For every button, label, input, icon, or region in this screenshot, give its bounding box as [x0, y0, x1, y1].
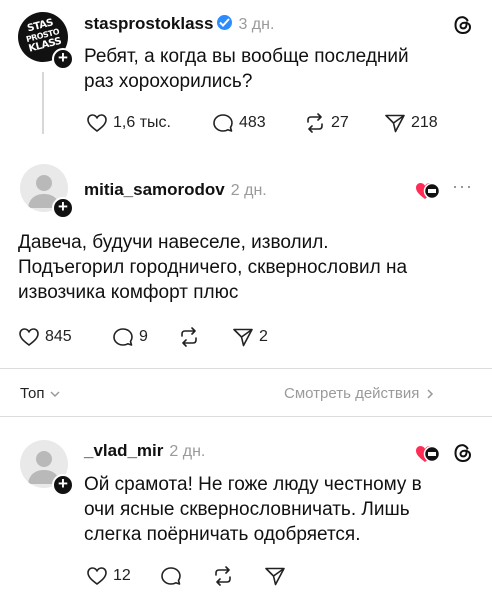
reply2-share-button[interactable]: [264, 566, 291, 586]
post-text-line: раз хорохорились?: [84, 71, 253, 92]
reply2-repost-button[interactable]: [212, 566, 239, 586]
repost-icon: [215, 566, 231, 586]
post-text: Ребят, а когда вы вообще последний раз х…: [84, 44, 409, 94]
post-text-line: слегка поёрничать одобряется.: [84, 524, 361, 545]
heart-icon: [19, 328, 39, 347]
share-icon: [385, 114, 405, 133]
liked-by-author-icon: [414, 179, 442, 201]
chevron-down-icon: [50, 390, 60, 397]
thread-line: [42, 72, 44, 134]
author-username[interactable]: stasprostoklass: [84, 14, 213, 33]
repost-icon: [307, 113, 323, 133]
comment-icon: [113, 328, 133, 346]
reply1-header: mitia_samorodov 2 дн.: [84, 180, 267, 200]
reply1-username[interactable]: mitia_samorodov: [84, 180, 225, 199]
comment-button[interactable]: 483: [212, 113, 266, 133]
post-text-line: очи ясные сквернословничать. Лишь: [84, 499, 410, 520]
post-text-line: Подъегорил городничего, сквернословил на: [18, 257, 408, 278]
heart-icon: [87, 567, 107, 586]
share-count: 218: [411, 114, 438, 131]
post-header: stasprostoklass 3 дн.: [84, 14, 274, 34]
post-time: 3 дн.: [238, 16, 275, 33]
reply2-header: _vlad_mir 2 дн.: [84, 441, 205, 461]
chevron-right-icon: [427, 388, 434, 399]
activity-label: Смотреть действия: [284, 385, 420, 402]
view-activity-link[interactable]: Смотреть действия: [284, 385, 436, 402]
divider: [0, 368, 492, 369]
sort-dropdown[interactable]: Топ: [20, 385, 62, 402]
like-count: 1,6 тыс.: [113, 114, 171, 131]
repost-button[interactable]: 27: [304, 113, 349, 133]
comment-icon: [213, 114, 233, 132]
follow-plus-button[interactable]: +: [52, 197, 74, 219]
reply1-like-button[interactable]: 845: [18, 327, 72, 347]
sort-label: Топ: [20, 385, 45, 402]
heart-icon: [87, 114, 107, 133]
reply1-repost-button[interactable]: [178, 327, 205, 347]
post-text-line: Ой срамота! Не гоже люду честному в: [84, 474, 422, 495]
like-count: 845: [45, 328, 72, 345]
share-button[interactable]: 218: [384, 113, 438, 133]
like-button[interactable]: 1,6 тыс.: [86, 113, 171, 133]
share-count: 2: [259, 328, 268, 345]
divider: [0, 416, 492, 417]
post-text-line: Давеча, будучи навеселе, изволил.: [18, 232, 329, 253]
reply2-time: 2 дн.: [169, 443, 206, 460]
follow-plus-button[interactable]: +: [52, 474, 74, 496]
threads-logo-icon[interactable]: [452, 14, 474, 36]
liked-by-author-icon: [414, 442, 442, 464]
threads-logo-icon[interactable]: [452, 442, 474, 464]
share-icon: [233, 328, 253, 347]
comment-icon: [161, 567, 181, 585]
comment-count: 483: [239, 114, 266, 131]
reply2-comment-button[interactable]: [160, 566, 187, 586]
reply1-comment-button[interactable]: 9: [112, 327, 148, 347]
reply2-username[interactable]: _vlad_mir: [84, 441, 163, 460]
like-count: 12: [113, 567, 131, 584]
share-icon: [265, 567, 285, 586]
follow-plus-button[interactable]: +: [52, 48, 74, 70]
reply1-time: 2 дн.: [230, 182, 267, 199]
more-icon[interactable]: ···: [452, 176, 473, 197]
reply1-text: Давеча, будучи навеселе, изволил. Подъег…: [18, 230, 407, 305]
reply2-like-button[interactable]: 12: [86, 566, 131, 586]
post-text-line: извозчика комфорт плюс: [18, 282, 239, 303]
verified-icon: [217, 15, 233, 30]
reply1-share-button[interactable]: 2: [232, 327, 268, 347]
comment-count: 9: [139, 328, 148, 345]
reply2-text: Ой срамота! Не гоже люду честному в очи …: [84, 472, 422, 547]
post-text-line: Ребят, а когда вы вообще последний: [84, 46, 409, 67]
repost-count: 27: [331, 114, 349, 131]
repost-icon: [181, 327, 197, 347]
